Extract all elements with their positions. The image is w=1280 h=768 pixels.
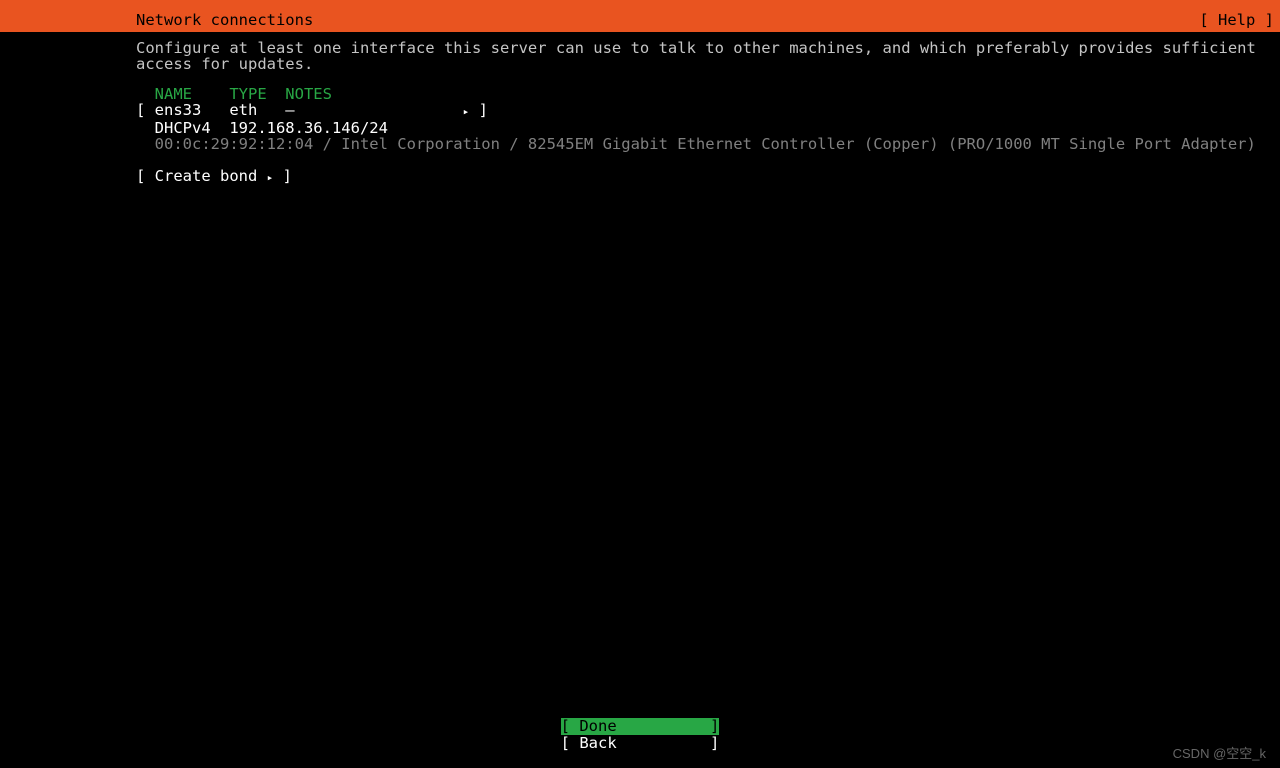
page-title: Network connections — [4, 8, 313, 32]
watermark: CSDN @空空_k — [1173, 743, 1266, 762]
done-button[interactable]: [ Done ] — [561, 718, 720, 735]
create-bond-button[interactable]: [ Create bond ▸ ] — [136, 168, 1280, 186]
back-button[interactable]: [ Back ] — [561, 735, 720, 752]
instruction-text: Configure at least one interface this se… — [136, 40, 1280, 72]
create-bond-prefix: [ Create bond — [136, 167, 267, 185]
main-content: Configure at least one interface this se… — [0, 32, 1280, 186]
interface-row-suffix: ] — [469, 101, 488, 119]
footer-buttons: [ Done ] [ Back ] — [0, 718, 1280, 752]
help-button[interactable]: [ Help ] — [1199, 8, 1276, 32]
header-bar: Network connections [ Help ] — [0, 8, 1280, 32]
interface-row[interactable]: [ ens33 eth – ▸ ] — [136, 101, 488, 119]
create-bond-suffix: ] — [273, 167, 292, 185]
hardware-details: 00:0c:29:92:12:04 / Intel Corporation / … — [136, 135, 1256, 153]
interface-row-prefix: [ ens33 eth – — [136, 101, 463, 119]
instruction-line2: access for updates. — [136, 55, 313, 73]
interface-table: NAME TYPE NOTES [ ens33 eth – ▸ ] DHCPv4… — [136, 86, 1280, 152]
